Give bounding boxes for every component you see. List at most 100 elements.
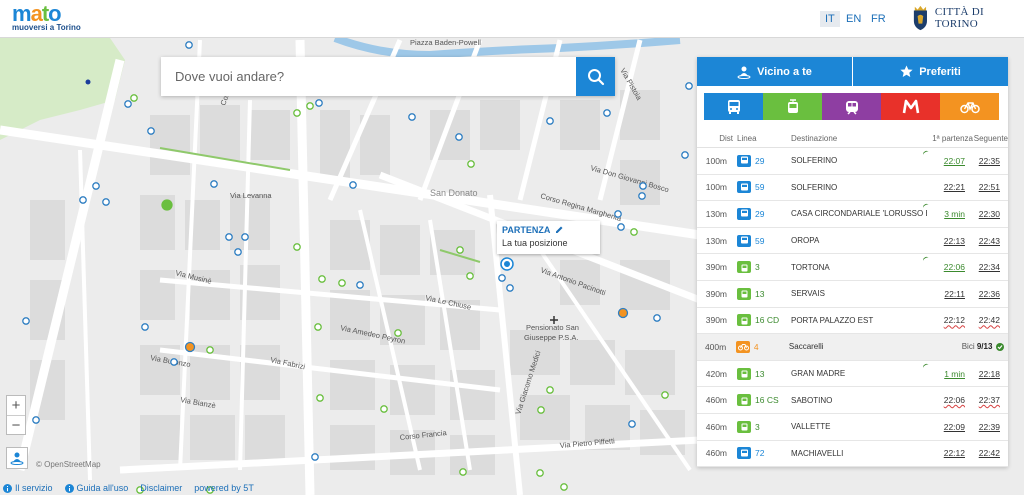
row-destination: GRAN MADRE — [791, 369, 846, 379]
locate-me-button[interactable] — [6, 447, 28, 469]
bike-icon — [737, 343, 749, 351]
tram-icon — [741, 423, 747, 431]
bike-station-row[interactable]: 400m 4 Saccarelli Bici 9/13 — [697, 334, 1008, 361]
row-distance: 460m — [705, 421, 727, 432]
zoom-in-button[interactable]: + — [7, 396, 25, 415]
row-next-departure[interactable]: 22:43 — [965, 236, 1000, 246]
bus-badge — [737, 181, 751, 194]
bus-icon — [740, 183, 748, 191]
bike-count: 9/13 — [976, 342, 993, 352]
city-logo[interactable]: CITTÀ DI TORINO — [912, 4, 1024, 32]
row-first-departure[interactable]: 22:06 — [927, 262, 965, 272]
tram-badge — [737, 287, 751, 300]
row-distance: 100m — [705, 182, 727, 193]
row-line: 29 — [755, 155, 765, 166]
footer-service-link[interactable]: Il servizio — [3, 483, 53, 493]
departure-row[interactable]: 420m 13 GRAN MADRE 1 min 22:18 — [697, 361, 1008, 388]
bus-badge — [737, 154, 751, 167]
row-destination: PORTA PALAZZO EST — [791, 315, 874, 325]
row-next-departure[interactable]: 22:34 — [965, 262, 1000, 272]
tram-icon — [741, 264, 747, 272]
row-destination: Saccarelli — [788, 342, 824, 352]
departure-row[interactable]: 130m 59 OROPA 22:13 22:43 — [697, 228, 1008, 255]
zoom-out-button[interactable]: − — [7, 415, 25, 434]
row-destination: SERVAIS — [791, 289, 825, 299]
row-line: 59 — [755, 182, 765, 193]
mode-bike-button[interactable] — [940, 93, 999, 120]
logo-tagline: muoversi a Torino — [12, 23, 81, 32]
departure-row[interactable]: 390m 3 TORTONA 22:06 22:34 — [697, 254, 1008, 281]
row-distance: 390m — [705, 262, 727, 273]
footer-disclaimer-link[interactable]: Disclaimer — [140, 483, 182, 493]
osm-attribution[interactable]: © OpenStreetMap — [36, 460, 101, 469]
row-next-departure[interactable]: 22:36 — [965, 289, 1000, 299]
lang-en[interactable]: EN — [841, 11, 866, 27]
departure-row[interactable]: 390m 16 CD PORTA PALAZZO EST 22:12 22:42 — [697, 308, 1008, 335]
departure-row[interactable]: 130m 29 CASA CIRCONDARIALE 'LORUSSO E CUT3… — [697, 201, 1008, 228]
departure-row[interactable]: 390m 13 SERVAIS 22:11 22:36 — [697, 281, 1008, 308]
row-first-departure[interactable]: 22:11 — [927, 289, 965, 299]
bus-icon — [740, 449, 748, 457]
popup-subtitle: La tua posizione — [502, 238, 568, 248]
departure-row[interactable]: 100m 29 SOLFERINO 22:07 22:35 — [697, 148, 1008, 175]
bus-badge — [737, 234, 751, 247]
edit-pencil-icon[interactable] — [555, 225, 564, 234]
row-first-departure[interactable]: 1 min — [927, 369, 965, 379]
row-next-departure[interactable]: 22:35 — [965, 156, 1000, 166]
tab-nearby[interactable]: Vicino a te — [697, 57, 852, 86]
mode-train-button[interactable] — [822, 93, 881, 120]
lang-fr[interactable]: FR — [866, 11, 891, 27]
footer-guide-link[interactable]: Guida all'uso — [64, 483, 128, 493]
transport-mode-filter — [697, 86, 1008, 128]
lang-it[interactable]: IT — [820, 11, 840, 27]
mato-logo[interactable]: mato muoversi a Torino — [12, 3, 81, 33]
row-first-departure[interactable]: 22:09 — [927, 422, 965, 432]
search-input[interactable] — [161, 57, 575, 96]
departure-row[interactable]: 460m 3 VALLETTE 22:09 22:39 — [697, 414, 1008, 441]
footer-service-label: Il servizio — [15, 483, 53, 493]
row-first-departure[interactable]: 3 min — [927, 209, 965, 219]
row-destination: TORTONA — [791, 262, 830, 272]
row-first-departure[interactable]: 22:13 — [927, 236, 965, 246]
row-first-departure[interactable]: 22:12 — [927, 448, 965, 458]
map-label-piazza: Piazza Baden-Powell — [410, 38, 481, 47]
map-label-pensionato-2: Giuseppe P.S.A. — [524, 333, 578, 342]
row-line: 3 — [755, 421, 760, 432]
row-next-departure[interactable]: 22:18 — [965, 369, 1000, 379]
person-location-icon — [737, 66, 751, 79]
row-next-departure[interactable]: 22:37 — [965, 395, 1000, 405]
row-next-departure[interactable]: 22:39 — [965, 422, 1000, 432]
departure-row[interactable]: 100m 59 SOLFERINO 22:21 22:51 — [697, 175, 1008, 202]
row-next-departure[interactable]: 22:42 — [965, 448, 1000, 458]
departure-row[interactable]: 460m 72 MACHIAVELLI 22:12 22:42 — [697, 441, 1008, 468]
bus-badge — [737, 447, 751, 460]
nearby-panel: Vicino a te Preferiti Dist Linea Destina… — [697, 57, 1008, 468]
row-first-departure[interactable]: 22:12 — [927, 315, 965, 325]
departure-row[interactable]: 460m 16 CS SABOTINO 22:06 22:37 — [697, 387, 1008, 414]
tab-favorites[interactable]: Preferiti — [852, 57, 1008, 86]
row-line: 13 — [755, 368, 765, 379]
row-next-departure[interactable]: 22:51 — [965, 182, 1000, 192]
bus-badge — [737, 207, 751, 220]
mode-tram-button[interactable] — [763, 93, 822, 120]
footer-powered-link[interactable]: powered by 5T — [194, 483, 254, 493]
search-button[interactable] — [576, 57, 615, 96]
bus-icon — [727, 99, 740, 114]
top-bar: mato muoversi a Torino IT EN FR CITTÀ DI… — [0, 0, 1024, 38]
row-next-departure[interactable]: 22:42 — [965, 315, 1000, 325]
mode-bus-button[interactable] — [704, 93, 763, 120]
row-first-departure[interactable]: 22:06 — [927, 395, 965, 405]
row-first-departure[interactable]: 22:21 — [927, 182, 965, 192]
current-location-marker[interactable] — [500, 257, 514, 271]
row-distance: 390m — [705, 288, 727, 299]
map-label-san-donato: San Donato — [430, 188, 478, 198]
tram-icon — [741, 290, 747, 298]
departure-popup[interactable]: PARTENZA La tua posizione — [497, 221, 600, 254]
mode-metro-button[interactable] — [881, 93, 940, 120]
row-destination: SABOTINO — [791, 395, 833, 405]
row-next-departure[interactable]: 22:30 — [965, 209, 1000, 219]
row-destination: OROPA — [791, 236, 820, 246]
row-first-departure[interactable]: 22:07 — [927, 156, 965, 166]
bike-badge — [736, 340, 750, 353]
row-distance: 100m — [705, 155, 727, 166]
